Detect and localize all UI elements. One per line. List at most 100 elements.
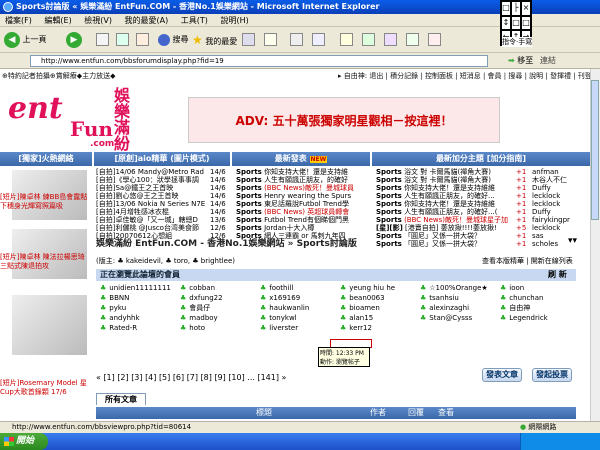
online-user[interactable]: 會員仔 <box>176 303 256 313</box>
moderators[interactable]: (版主: ♣ kakeidevil, ♣ toro, ♣ brightlee) <box>96 256 235 266</box>
online-user[interactable]: yeung hiu he <box>336 283 416 293</box>
online-user[interactable]: x169169 <box>256 293 336 303</box>
list-item[interactable]: [自拍]劉心悠@王之王首映 14/6 <box>96 192 230 200</box>
forum-links[interactable]: 查看本版精華 | 開新在線列表 <box>482 256 573 266</box>
online-user[interactable]: Legendrick <box>496 313 576 323</box>
history-button[interactable] <box>242 31 255 49</box>
online-user[interactable]: BBNN <box>96 293 176 303</box>
list-item[interactable]: Sports 你知支持大佬！還是支持維 <box>236 168 370 176</box>
list-item[interactable]: Sports 浴文 對 卡爾馬貓(禪角大賽) +1 木谷人不仁 <box>376 176 588 184</box>
ime-key[interactable]: ↕ <box>501 15 511 31</box>
list-item[interactable]: Sports (BBC News)敵死！曼城球員 <box>236 184 370 192</box>
tool2-button[interactable] <box>406 31 419 49</box>
hot-caption[interactable]: [短片]Rosemary Model 星Cup大歌首錄顆 17/6 <box>0 379 92 397</box>
list-item[interactable]: [自拍]13/06 Nokia N Series N7E 14/6 <box>96 200 230 208</box>
list-item[interactable]: [自拍]14/06 Mandy@Metro Rad 14/6 <box>96 168 230 176</box>
ime-key[interactable]: □ <box>511 15 521 31</box>
tool3-button[interactable] <box>428 31 441 49</box>
online-user[interactable]: foothill <box>256 283 336 293</box>
ime-key[interactable]: □ <box>501 1 511 16</box>
list-item[interactable]: Sports 人生有願諷正朋友，的確好 <box>236 176 370 184</box>
lovely-header-link[interactable]: [原創]aio精華 <box>114 154 167 163</box>
ime-key[interactable]: ├ <box>511 1 521 16</box>
online-user[interactable]: alexinzaghi <box>416 303 496 313</box>
messenger-button[interactable] <box>362 31 375 49</box>
online-user[interactable]: Rated-R <box>96 323 176 333</box>
menu-edit[interactable]: 編輯(E) <box>39 16 76 25</box>
online-user[interactable]: andyhhk <box>96 313 176 323</box>
forward-button[interactable]: ▶ <box>66 31 82 49</box>
site-logo[interactable]: ent <box>8 91 63 126</box>
list-item[interactable]: Sports 東尼話羅說Futbol Trend學 <box>236 200 370 208</box>
hot-thumbnail[interactable] <box>12 295 87 355</box>
menu-tools[interactable]: 工具(T) <box>176 16 213 25</box>
online-user[interactable]: bean0063 <box>336 293 416 303</box>
list-item[interactable]: [自拍]卓佳敏@「又一城」轄總D 13/6 <box>96 216 230 224</box>
chevron-down-icon[interactable]: ▾▾ <box>568 236 577 246</box>
menu-view[interactable]: 檢視(V) <box>79 16 117 25</box>
online-user[interactable]: alan15 <box>336 313 416 323</box>
list-item[interactable]: Sports 你知支持大佬！還是支持維維 +1 Duffy <box>376 184 588 192</box>
list-item[interactable]: Sports 人生有願諷正朋友，的確好...(+1 Duffy <box>376 208 588 216</box>
list-item[interactable]: Sports Futbol Trend有個睇個門黑 <box>236 216 370 224</box>
system-tray[interactable] <box>520 433 600 450</box>
back-button[interactable]: ◀ 上一頁 <box>4 31 47 49</box>
home-button[interactable] <box>136 31 149 49</box>
refresh-link[interactable]: 刷 新 <box>548 269 567 281</box>
discuss-button[interactable] <box>340 31 353 49</box>
list-item[interactable]: Sports (BBC News)敵死！曼城球星子加 +1 fairykingpr <box>376 216 588 224</box>
menu-file[interactable]: 檔案(F) <box>0 16 37 25</box>
address-input[interactable]: http://www.entfun.com/bbsforumdisplay.ph… <box>30 55 488 67</box>
menu-favorites[interactable]: 我的最愛(A) <box>120 16 174 25</box>
new-poll-button[interactable]: 發起投票 <box>532 368 572 382</box>
ime-key[interactable]: □ <box>521 15 531 31</box>
online-user[interactable]: madboy <box>176 313 256 323</box>
new-post-button[interactable]: 發表文章 <box>482 368 522 382</box>
list-item[interactable]: Sports 人生有願諷正朋友，的確好... +1 lecklock <box>376 192 588 200</box>
hot-caption[interactable]: [短片]陳卓林 陳法拉楊思琦 三點式陳退拍攻 <box>0 253 92 271</box>
online-user[interactable]: kerr12 <box>336 323 416 333</box>
list-item[interactable]: Sports 你知支持大佬！還是支持維維 +1 lecklock <box>376 200 588 208</box>
breadcrumb[interactable]: 娛樂滿紛 EntFun.COM - 香港No.1娛樂網站 » Sports討論版 <box>96 236 357 249</box>
list-item[interactable]: Sports (BBC News) 英超球員轉會 <box>236 208 370 216</box>
online-user[interactable]: ☆100%Orange★ <box>416 283 496 293</box>
list-item[interactable]: Sports 浴文 對 卡爾馬貓(禪角大賽) +1 anfman <box>376 168 588 176</box>
online-user[interactable]: chunchan <box>496 293 576 303</box>
links-button[interactable]: 連結 <box>540 55 556 67</box>
list-item[interactable]: Sports Jordan十大入樽 <box>236 224 370 232</box>
edit-button[interactable] <box>312 31 325 49</box>
online-user[interactable]: ioon <box>496 283 576 293</box>
online-user[interactable]: dxfung22 <box>176 293 256 303</box>
online-user[interactable]: cobban <box>176 283 256 293</box>
go-button[interactable]: ➡ 移至 <box>508 55 533 67</box>
list-item[interactable]: Sports 「圓尼」又係一拼大袋？ +1 scholes <box>376 240 588 248</box>
online-user[interactable]: unidien11111111 <box>96 283 176 293</box>
refresh-button[interactable] <box>116 31 129 49</box>
search-button[interactable]: 搜尋 <box>158 31 189 49</box>
hot-caption[interactable]: [短片]陳卓林 練BB島會露點下穗身光輝寫照篇吸 <box>0 193 92 211</box>
list-item[interactable]: [自拍]4月增牲感冰衣棍 14/6 <box>96 208 230 216</box>
list-item[interactable]: [自拍]《學心100：狀學拯事事調 14/6 <box>96 176 230 184</box>
user-bar[interactable]: ▸ 自由神: 退出 | 積分記錄 | 控制面板 | 短消息 | 會員 | 搜尋 … <box>338 71 590 81</box>
list-item[interactable]: [自拍]利儷桃 @Jusco台湾美食節 12/6 <box>96 224 230 232</box>
online-user[interactable]: tonykwl <box>256 313 336 323</box>
online-user[interactable]: liverster <box>256 323 336 333</box>
menu-help[interactable]: 說明(H) <box>215 16 253 25</box>
ad-banner[interactable]: ADV: 五十萬張獨家明星觀相－按這裡！ <box>188 97 500 143</box>
online-user[interactable]: haukwanlin <box>256 303 336 313</box>
list-item[interactable]: Sports 「圓尼」又係一拼大袋？ +1 sas <box>376 232 588 240</box>
online-user[interactable]: tsanhsiu <box>416 293 496 303</box>
mail-button[interactable] <box>264 31 277 49</box>
online-user[interactable]: hoto <box>176 323 256 333</box>
online-user[interactable]: pyku <box>96 303 176 313</box>
favorites-button[interactable]: ★ 我的最愛 <box>192 31 237 49</box>
scrollbar-thumb[interactable] <box>591 80 599 220</box>
online-user[interactable]: 自由神 <box>496 303 576 313</box>
stop-button[interactable] <box>96 31 109 49</box>
list-item[interactable]: Sports Henry wearing the Spurs <box>236 192 370 200</box>
print-button[interactable] <box>290 31 303 49</box>
tool1-button[interactable] <box>384 31 397 49</box>
site-notice[interactable]: ⊕特約記者拍攝⊕賞解療◆主力放送◆ <box>2 71 116 81</box>
list-item[interactable]: [星][影] [港賣自拍] 萎放揪!!!!萎放揪! +5 lecklock <box>376 224 588 232</box>
tab-all-posts[interactable]: 所有文章 <box>96 393 146 405</box>
